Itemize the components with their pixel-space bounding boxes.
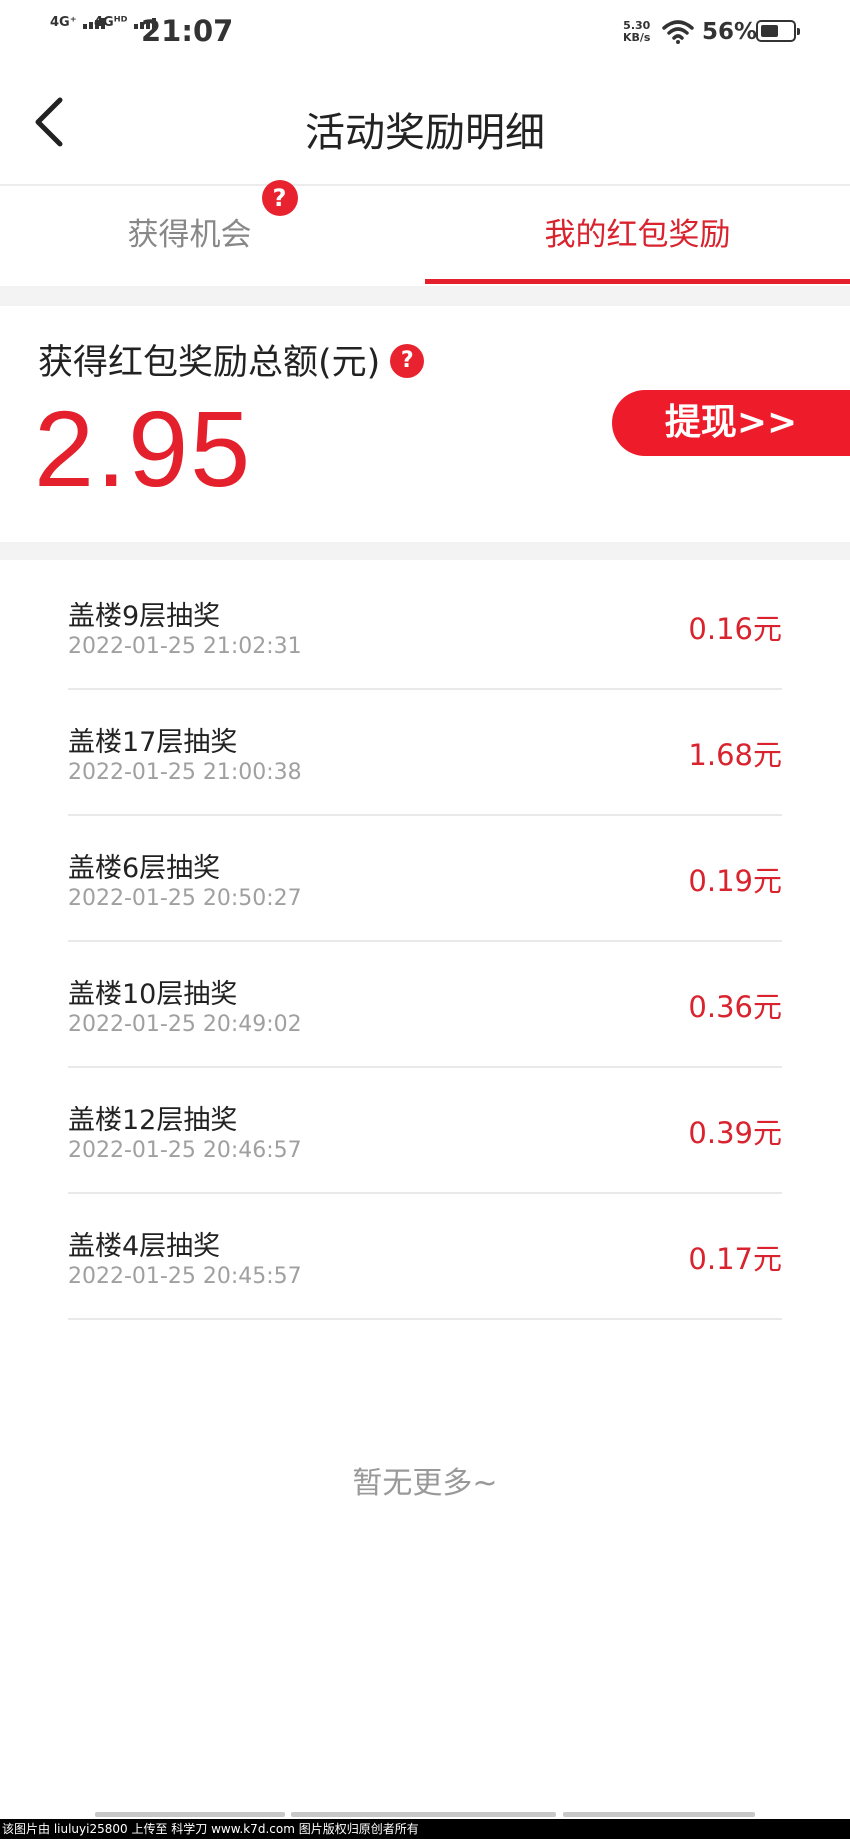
tab-red-packet-rewards-label: 我的红包奖励 — [544, 217, 731, 253]
list-item: 盖楼6层抽奖 2022-01-25 20:50:27 0.19元 — [68, 816, 782, 942]
network-speed: 5.30 KB/s — [623, 20, 650, 44]
reward-amount: 0.19元 — [688, 864, 782, 898]
battery-percent: 56% — [702, 19, 758, 45]
network-speed-unit: KB/s — [623, 31, 651, 44]
status-bar: 4G⁺ 4Gᴴᴰ 21:07 5.30 KB/s 56% — [0, 0, 850, 64]
reward-time: 2022-01-25 20:45:57 — [68, 1264, 302, 1289]
question-icon[interactable]: ? — [261, 180, 298, 216]
reward-amount: 1.68元 — [688, 738, 782, 772]
withdraw-button[interactable]: 提现>> — [612, 390, 850, 456]
reward-title: 盖楼12层抽奖 — [68, 1105, 238, 1136]
reward-amount: 0.39元 — [688, 1116, 782, 1150]
reward-time: 2022-01-25 21:02:31 — [68, 634, 302, 659]
wifi-icon — [662, 20, 694, 44]
signal-2-label: 4Gᴴᴰ — [94, 15, 128, 30]
reward-time: 2022-01-25 21:00:38 — [68, 760, 302, 785]
reward-summary: 获得红包奖励总额(元)? 2.95 提现>> — [0, 306, 850, 542]
scroll-indicator — [0, 1812, 850, 1818]
reward-title: 盖楼10层抽奖 — [68, 979, 238, 1010]
list-item: 盖楼10层抽奖 2022-01-25 20:49:02 0.36元 — [68, 942, 782, 1068]
reward-time: 2022-01-25 20:50:27 — [68, 886, 302, 911]
app-header: 活动奖励明细 — [0, 64, 850, 186]
total-amount: 2.95 — [34, 388, 253, 509]
status-time: 21:07 — [141, 14, 234, 48]
reward-title: 盖楼4层抽奖 — [68, 1231, 221, 1262]
question-icon[interactable]: ? — [390, 344, 425, 378]
reward-title: 盖楼6层抽奖 — [68, 853, 221, 884]
reward-title: 盖楼9层抽奖 — [68, 601, 221, 632]
no-more-text: 暂无更多~ — [352, 1466, 498, 1501]
tab-red-packet-rewards[interactable]: 我的红包奖励 — [425, 186, 850, 284]
page-title: 活动奖励明细 — [305, 110, 545, 156]
reward-time: 2022-01-25 20:46:57 — [68, 1138, 302, 1163]
tab-chances-label: 获得机会 — [127, 217, 252, 253]
battery-fill — [761, 25, 778, 37]
reward-amount: 0.17元 — [688, 1242, 782, 1276]
section-divider — [0, 286, 850, 306]
tab-chances[interactable]: 获得机会? — [0, 180, 425, 284]
list-item: 盖楼9层抽奖 2022-01-25 21:02:31 0.16元 — [68, 564, 782, 690]
signal-1-label: 4G⁺ — [50, 15, 77, 30]
reward-amount: 0.36元 — [688, 990, 782, 1024]
summary-label-text: 获得红包奖励总额(元) — [38, 343, 381, 383]
battery-icon — [756, 20, 800, 42]
section-divider — [0, 542, 850, 560]
list-item: 盖楼12层抽奖 2022-01-25 20:46:57 0.39元 — [68, 1068, 782, 1194]
summary-label: 获得红包奖励总额(元)? — [38, 334, 425, 385]
reward-list: 盖楼9层抽奖 2022-01-25 21:02:31 0.16元 盖楼17层抽奖… — [68, 564, 782, 1320]
watermark-bar: 该图片由 liuluyi25800 上传至 科学刀 www.k7d.com 图片… — [0, 1819, 850, 1839]
tab-bar: 获得机会? 我的红包奖励 — [0, 180, 850, 284]
reward-title: 盖楼17层抽奖 — [68, 727, 238, 758]
list-item: 盖楼17层抽奖 2022-01-25 21:00:38 1.68元 — [68, 690, 782, 816]
active-tab-indicator — [425, 279, 850, 284]
reward-time: 2022-01-25 20:49:02 — [68, 1012, 302, 1037]
list-item: 盖楼4层抽奖 2022-01-25 20:45:57 0.17元 — [68, 1194, 782, 1320]
reward-amount: 0.16元 — [688, 612, 782, 646]
